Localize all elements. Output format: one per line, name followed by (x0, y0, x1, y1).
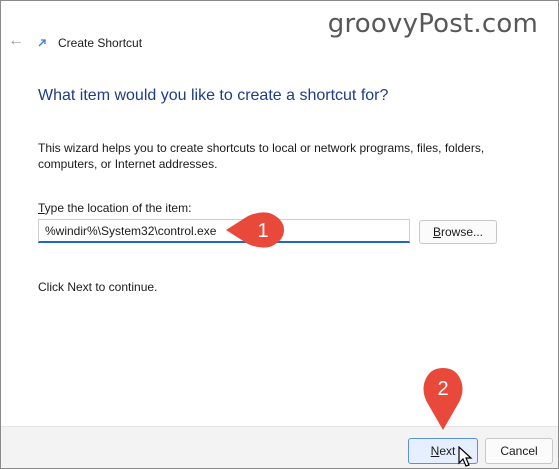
title-bar: ← Create Shortcut groovyPost.com (1, 1, 558, 63)
browse-button[interactable]: Browse... (419, 220, 497, 244)
browse-label-text: rowse... (441, 225, 484, 239)
continue-instruction: Click Next to continue. (38, 280, 158, 294)
step-2-badge: 2 (423, 368, 463, 430)
shortcut-icon (38, 39, 46, 47)
mouse-pointer-icon (458, 446, 473, 467)
window-title: Create Shortcut (58, 36, 143, 50)
location-label: Type the location of the item: (38, 201, 191, 215)
watermark: groovyPost.com (327, 9, 538, 39)
browse-label-mnemonic: B (432, 225, 441, 239)
location-label-text: ype the location of the item: (44, 201, 192, 215)
next-label-text: ext (439, 444, 456, 458)
step-2-number: 2 (437, 378, 448, 400)
location-label-mnemonic: T (38, 201, 45, 215)
back-arrow-icon[interactable]: ← (5, 31, 27, 51)
wizard-description: This wizard helps you to create shortcut… (38, 141, 485, 171)
step-1-badge: 1 (226, 212, 284, 248)
cancel-button[interactable]: Cancel (485, 438, 553, 464)
wizard-heading: What item would you like to create a sho… (38, 87, 389, 104)
step-1-number: 1 (257, 220, 268, 242)
